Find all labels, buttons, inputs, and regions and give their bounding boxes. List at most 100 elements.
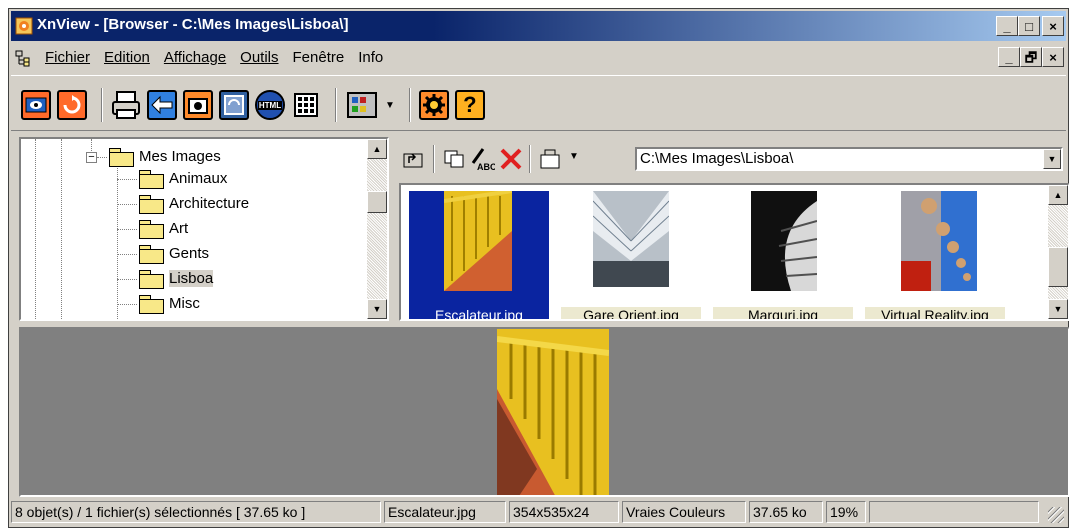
- thumbnail-label: Gare Orient.jpg: [561, 307, 701, 319]
- mdi-restore-button[interactable]: 🗗: [1020, 47, 1042, 67]
- folder-icon: [139, 245, 164, 264]
- tree-node-label: Lisboa: [169, 270, 214, 287]
- status-color-mode: Vraies Couleurs: [622, 501, 746, 523]
- thumbnail-image: [593, 191, 669, 287]
- scroll-down-button[interactable]: ▼: [1048, 299, 1068, 319]
- tree-node-architecture[interactable]: Architecture: [139, 195, 250, 214]
- path-input[interactable]: C:\Mes Images\Lisboa\ ▼: [635, 147, 1063, 171]
- tree-scrollbar[interactable]: ▲ ▼: [367, 139, 387, 319]
- thumbnail-image: [444, 191, 512, 291]
- thumbnail-item[interactable]: Marquri.jpg: [713, 191, 853, 319]
- help-button[interactable]: ?: [454, 90, 485, 120]
- tree-node-misc[interactable]: Misc: [139, 295, 200, 314]
- close-button[interactable]: ×: [1042, 16, 1064, 36]
- print-button[interactable]: [111, 90, 141, 120]
- convert-button[interactable]: [147, 90, 177, 120]
- tree-node-label: Architecture: [169, 195, 250, 212]
- rename-icon[interactable]: ABC: [469, 147, 495, 171]
- thumbnail-item[interactable]: Virtual Reality.jpg: [865, 191, 1005, 319]
- arrow-up-icon: ▲: [372, 144, 382, 154]
- refresh-button[interactable]: [57, 90, 87, 120]
- arrow-down-icon: ▼: [372, 304, 382, 314]
- svg-text:ABC: ABC: [477, 162, 495, 171]
- scroll-down-button[interactable]: ▼: [367, 299, 387, 319]
- view-mode-button[interactable]: [345, 90, 379, 120]
- view-mode-icon: [347, 92, 377, 118]
- menu-outils[interactable]: Outils: [240, 49, 278, 66]
- tree-node-art[interactable]: Art: [139, 220, 188, 239]
- contact-sheet-button[interactable]: [291, 90, 321, 120]
- contact-sheet-icon: [294, 93, 318, 117]
- settings-button[interactable]: [418, 90, 449, 120]
- xnview-app-icon[interactable]: [15, 17, 33, 35]
- mdi-close-button[interactable]: ×: [1042, 47, 1064, 67]
- view-mode-dropdown-icon[interactable]: ▼: [385, 100, 395, 111]
- scroll-thumb[interactable]: [367, 191, 387, 213]
- menu-bar: Fichier Edition Affichage Outils Fenêtre…: [11, 45, 1066, 71]
- filter-icon[interactable]: [539, 147, 563, 171]
- toolbar-separator: [433, 145, 435, 173]
- tree-guide-line: [35, 139, 36, 319]
- path-value: C:\Mes Images\Lisboa\: [640, 150, 794, 167]
- preview-image: [497, 329, 609, 495]
- slideshow-button[interactable]: [219, 90, 249, 120]
- scroll-up-button[interactable]: ▲: [367, 139, 387, 159]
- tree-guide-line: [117, 161, 118, 319]
- thumbnail-scrollbar[interactable]: ▲ ▼: [1048, 185, 1068, 319]
- delete-icon[interactable]: [499, 147, 523, 171]
- tree-guide-line: [117, 229, 137, 230]
- toolbar-separator: [101, 88, 103, 122]
- convert-icon: [151, 95, 173, 115]
- capture-button[interactable]: [183, 90, 213, 120]
- parent-folder-icon[interactable]: [403, 149, 425, 169]
- status-zoom: 19%: [826, 501, 866, 523]
- browser-doc-icon[interactable]: [15, 49, 33, 67]
- menu-fichier[interactable]: Fichier: [45, 49, 90, 66]
- folder-tree[interactable]: − Mes Images Animaux Architecture Art Ge…: [19, 137, 389, 321]
- minimize-button[interactable]: _: [996, 16, 1018, 36]
- minimize-icon: _: [1003, 18, 1011, 34]
- chevron-down-icon: ▼: [1047, 154, 1057, 164]
- fullscreen-button[interactable]: [21, 90, 51, 120]
- main-toolbar: HTML ▼ ?: [11, 75, 1066, 131]
- help-icon: ?: [463, 92, 477, 117]
- tree-guide-line: [117, 279, 137, 280]
- status-extra: [869, 501, 1039, 523]
- thumbnail-item[interactable]: Escalateur.jpg: [409, 191, 549, 319]
- tree-node-lisboa[interactable]: Lisboa: [139, 270, 214, 289]
- menu-fenetre[interactable]: Fenêtre: [293, 49, 345, 66]
- filter-dropdown-icon[interactable]: ▼: [569, 151, 579, 162]
- tree-guide-line: [61, 139, 62, 319]
- path-dropdown-button[interactable]: ▼: [1043, 149, 1061, 169]
- menu-edition[interactable]: Edition: [104, 49, 150, 66]
- tree-collapse-toggle[interactable]: −: [86, 152, 97, 163]
- refresh-icon: [63, 95, 81, 114]
- tree-node-mes-images[interactable]: Mes Images: [109, 148, 221, 167]
- title-bar[interactable]: XnView - [Browser - C:\Mes Images\Lisboa…: [11, 11, 1066, 41]
- tree-node-label: Mes Images: [139, 148, 221, 165]
- scroll-thumb[interactable]: [1048, 247, 1068, 287]
- tree-node-label: Gents: [169, 245, 210, 262]
- thumbnail-item[interactable]: Gare Orient.jpg: [561, 191, 701, 319]
- slideshow-icon: [224, 95, 244, 115]
- scroll-up-button[interactable]: ▲: [1048, 185, 1068, 205]
- maximize-button[interactable]: □: [1018, 16, 1040, 36]
- close-icon: ×: [1049, 49, 1057, 65]
- thumbnail-label: Escalateur.jpg: [409, 307, 549, 319]
- menu-info[interactable]: Info: [358, 49, 383, 66]
- tree-node-label: Animaux: [169, 170, 228, 187]
- preview-pane[interactable]: [19, 327, 1069, 497]
- status-dimensions: 354x535x24: [509, 501, 619, 523]
- toolbar-separator: [335, 88, 337, 122]
- tree-node-animaux[interactable]: Animaux: [139, 170, 228, 189]
- folder-icon: [139, 220, 164, 239]
- html-export-button[interactable]: HTML: [255, 90, 285, 120]
- menu-affichage[interactable]: Affichage: [164, 49, 226, 66]
- thumbnail-view[interactable]: Escalateur.jpg Gare Orient.jpg Marquri.j…: [399, 183, 1069, 321]
- folder-icon: [139, 170, 164, 189]
- mdi-minimize-button[interactable]: _: [998, 47, 1020, 67]
- capture-icon: [188, 98, 208, 114]
- resize-grip-icon[interactable]: [1048, 507, 1064, 523]
- copy-icon[interactable]: [443, 149, 465, 169]
- tree-node-gents[interactable]: Gents: [139, 245, 210, 264]
